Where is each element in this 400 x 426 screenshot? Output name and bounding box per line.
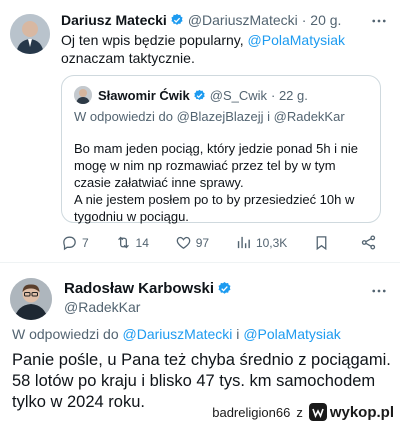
bookmark-button[interactable] [313, 234, 334, 251]
reply-to-link[interactable]: @PolaMatysiak [243, 326, 340, 342]
reply-prefix: W odpowiedzi do [74, 109, 177, 124]
author-handle[interactable]: @RadekKar [64, 299, 140, 315]
avatar-cwik [74, 86, 92, 104]
share-icon [361, 235, 376, 250]
avatar-matecki[interactable] [10, 14, 50, 54]
verified-badge-icon [193, 89, 206, 102]
quote-author-name: Sławomir Ćwik [98, 87, 190, 103]
reply-count: 7 [82, 235, 89, 250]
quoted-tweet[interactable]: Sławomir Ćwik @S_Cwik · 22 g. W odpowied… [61, 75, 381, 225]
verified-badge-icon [170, 13, 184, 27]
quote-time: · 22 g. [271, 87, 308, 103]
wykop-logo-icon [308, 403, 327, 421]
tweet2-header: Radosław Karbowski [64, 280, 232, 297]
quote-author-handle: @S_Cwik [209, 87, 268, 103]
watermark-user: badreligion66 [212, 404, 291, 420]
reply-icon [63, 236, 76, 251]
watermark-z: z [296, 404, 303, 420]
tweet1-header: Dariusz Matecki @DariuszMatecki · 20 g. [61, 12, 341, 28]
avatar-karbowski[interactable] [10, 278, 52, 320]
wykop-watermark: badreligion66 z wykop.pl [212, 403, 394, 421]
tweet-matecki[interactable]: Dariusz Matecki @DariuszMatecki · 20 g. … [0, 0, 400, 262]
tweet-text-part: oznaczam taktycznie. [61, 50, 195, 66]
reply-join: i [263, 109, 274, 124]
quote-reply-context: W odpowiedzi do @BlazejBlazejj i @RadekK… [74, 109, 370, 124]
reply-prefix: W odpowiedzi do [12, 326, 123, 342]
verified-badge-icon [217, 281, 232, 296]
retweet-count: 14 [135, 235, 149, 250]
reply-to-link: @BlazejBlazejj [176, 109, 264, 124]
like-count: 97 [195, 235, 210, 250]
author-name[interactable]: Radosław Karbowski [64, 280, 214, 297]
views-icon [237, 236, 250, 249]
more-icon[interactable] [370, 12, 388, 30]
author-name[interactable]: Dariusz Matecki [61, 12, 167, 28]
like-icon [176, 236, 191, 249]
more-icon[interactable] [370, 282, 388, 300]
mention-link[interactable]: @PolaMatysiak [248, 32, 345, 48]
quote-header: Sławomir Ćwik @S_Cwik · 22 g. [74, 86, 370, 104]
retweet-button[interactable]: 14 [115, 234, 149, 251]
tweet-divider [0, 262, 400, 263]
views-count: 10,3K [255, 235, 288, 250]
tweet-text-part: Oj ten wpis będzie popularny, [61, 32, 248, 48]
reply-context: W odpowiedzi do @DariuszMatecki i @PolaM… [12, 326, 341, 342]
reply-join: i [232, 326, 244, 342]
author-handle[interactable]: @DariuszMatecki [188, 12, 298, 28]
bookmark-icon [316, 236, 327, 251]
views-button[interactable]: 10,3K [235, 234, 287, 251]
tweet-time[interactable]: · 20 g. [302, 12, 342, 28]
retweet-icon [117, 236, 129, 249]
quote-paragraph: Bo mam jeden pociąg, który jedzie ponad … [74, 141, 359, 190]
watermark-site: wykop.pl [329, 403, 394, 421]
reply-to-link: @RadekKar [273, 109, 345, 124]
quote-text: Bo mam jeden pociąg, który jedzie ponad … [74, 140, 374, 225]
like-button[interactable]: 97 [175, 234, 209, 251]
tweet1-actions: 7 14 97 10,3K [61, 234, 381, 251]
share-button[interactable] [360, 234, 381, 251]
tweet1-text: Oj ten wpis będzie popularny, @PolaMatys… [61, 31, 381, 67]
reply-button[interactable]: 7 [61, 234, 89, 251]
quote-paragraph: A nie jestem posłem po to by przesiedzie… [74, 192, 355, 224]
reply-to-link[interactable]: @DariuszMatecki [123, 326, 233, 342]
